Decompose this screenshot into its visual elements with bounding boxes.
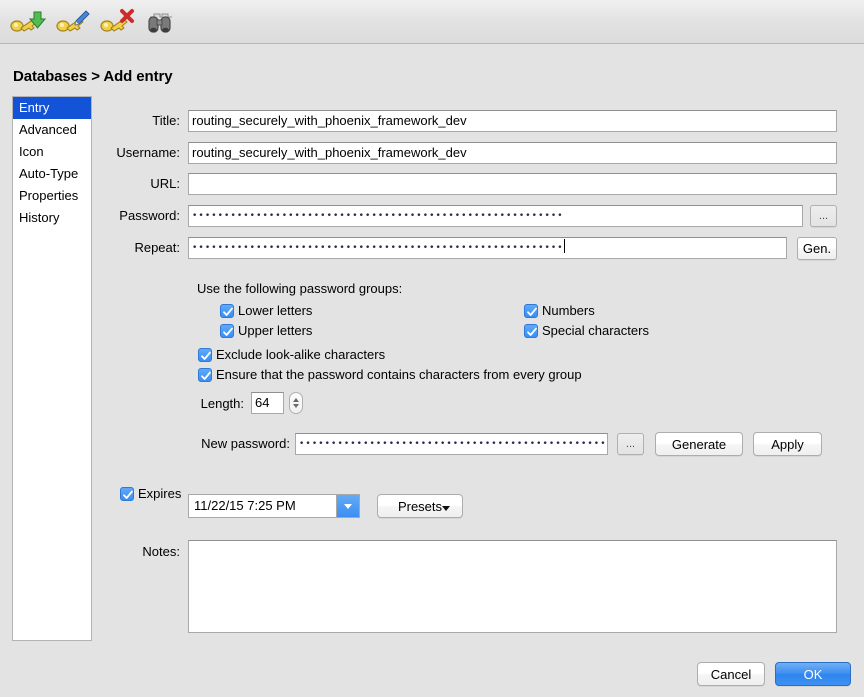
stepper-up-icon[interactable]: [293, 398, 299, 402]
ensure-every-group-checkbox[interactable]: [198, 368, 212, 382]
title-input[interactable]: routing_securely_with_phoenix_framework_…: [188, 110, 837, 132]
length-input[interactable]: 64: [251, 392, 284, 414]
new-password-input[interactable]: ••••••••••••••••••••••••••••••••••••••••…: [295, 433, 608, 455]
password-groups-caption: Use the following password groups:: [197, 281, 403, 296]
presets-label: Presets: [397, 498, 443, 514]
repeat-label: Repeat:: [134, 240, 180, 255]
exclude-lookalike-label[interactable]: Exclude look-alike characters: [216, 347, 385, 362]
new-password-label: New password:: [201, 436, 290, 451]
sidebar-item-icon[interactable]: Icon: [13, 141, 91, 163]
upper-letters-label[interactable]: Upper letters: [238, 323, 312, 338]
lower-letters-label[interactable]: Lower letters: [238, 303, 312, 318]
exclude-lookalike-checkbox[interactable]: [198, 348, 212, 362]
upper-letters-checkbox[interactable]: [220, 324, 234, 338]
delete-entry-icon[interactable]: [96, 6, 136, 38]
special-characters-label[interactable]: Special characters: [542, 323, 649, 338]
toolbar: [0, 0, 864, 44]
sidebar-item-auto-type[interactable]: Auto-Type: [13, 163, 91, 185]
sidebar-item-advanced[interactable]: Advanced: [13, 119, 91, 141]
new-password-browse-button[interactable]: ...: [617, 433, 644, 455]
special-characters-checkbox[interactable]: [524, 324, 538, 338]
username-label: Username:: [116, 145, 180, 160]
ensure-every-group-label[interactable]: Ensure that the password contains charac…: [216, 367, 582, 382]
repeat-input[interactable]: ••••••••••••••••••••••••••••••••••••••••…: [188, 237, 787, 259]
text-caret: [563, 239, 565, 253]
password-label: Password:: [119, 208, 180, 223]
password-browse-button[interactable]: ...: [810, 205, 837, 227]
chevron-down-icon: [442, 506, 450, 511]
password-input[interactable]: ••••••••••••••••••••••••••••••••••••••••…: [188, 205, 803, 227]
expires-checkbox[interactable]: [120, 487, 134, 501]
generate-button[interactable]: Generate: [655, 432, 743, 456]
stepper-down-icon[interactable]: [293, 404, 299, 408]
category-list[interactable]: Entry Advanced Icon Auto-Type Properties…: [12, 96, 92, 641]
apply-button[interactable]: Apply: [753, 432, 822, 456]
numbers-checkbox[interactable]: [524, 304, 538, 318]
expire-date-value[interactable]: 11/22/15 7:25 PM: [189, 495, 336, 517]
page-title: Databases > Add entry: [13, 68, 173, 85]
sidebar-item-entry[interactable]: Entry: [13, 97, 91, 119]
cancel-button[interactable]: Cancel: [697, 662, 765, 686]
expires-label[interactable]: Expires: [138, 486, 181, 501]
edit-entry-icon[interactable]: [52, 6, 92, 38]
add-entry-icon[interactable]: [6, 6, 46, 38]
username-input[interactable]: routing_securely_with_phoenix_framework_…: [188, 142, 837, 164]
expire-date-combo[interactable]: 11/22/15 7:25 PM: [188, 494, 360, 518]
generate-short-button[interactable]: Gen.: [797, 237, 837, 260]
search-icon[interactable]: [142, 6, 182, 38]
url-label: URL:: [150, 176, 180, 191]
length-stepper[interactable]: [289, 392, 303, 414]
lower-letters-checkbox[interactable]: [220, 304, 234, 318]
chevron-down-icon[interactable]: [336, 495, 359, 517]
url-input[interactable]: [188, 173, 837, 195]
repeat-value: ••••••••••••••••••••••••••••••••••••••••…: [192, 243, 564, 253]
sidebar-item-properties[interactable]: Properties: [13, 185, 91, 207]
notes-label: Notes:: [142, 544, 180, 559]
length-label: Length:: [200, 396, 244, 411]
ok-button[interactable]: OK: [775, 662, 851, 686]
sidebar-item-history[interactable]: History: [13, 207, 91, 229]
notes-input[interactable]: [188, 540, 837, 633]
title-label: Title:: [152, 113, 180, 128]
presets-button[interactable]: Presets: [377, 494, 463, 518]
numbers-label[interactable]: Numbers: [542, 303, 595, 318]
